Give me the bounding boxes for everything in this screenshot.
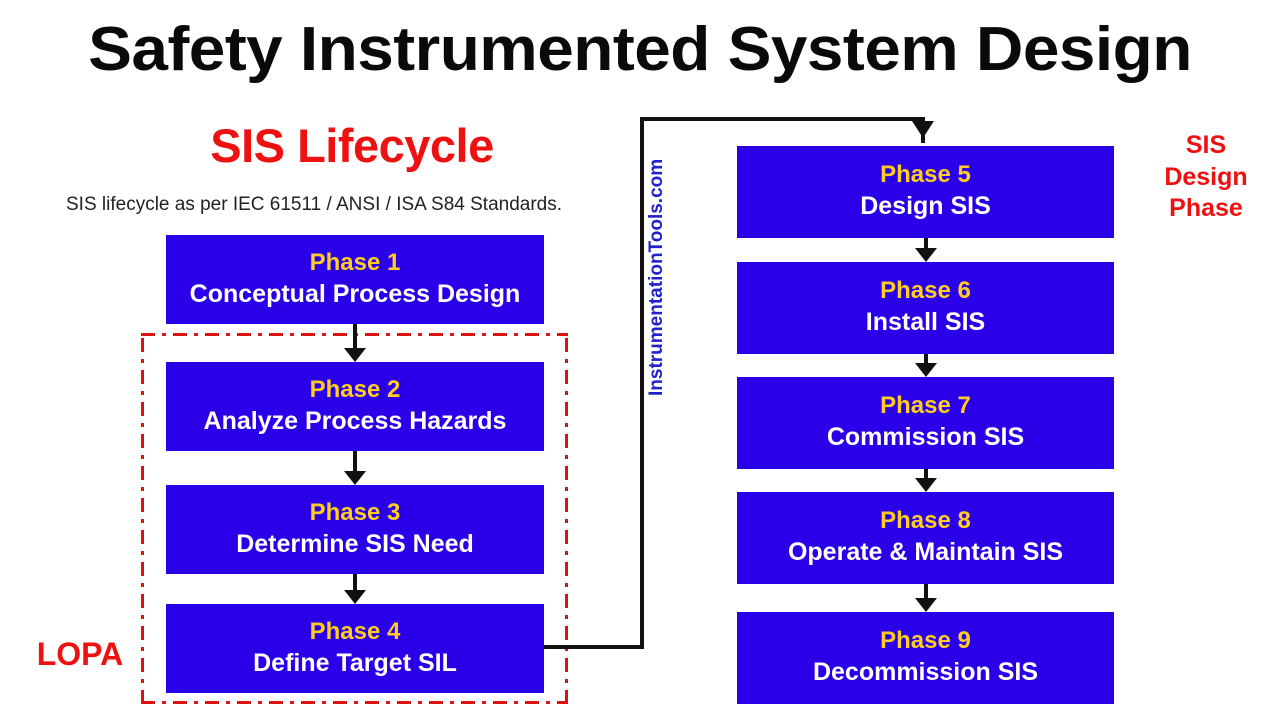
sis-design-phase-label: SIS Design Phase <box>1140 130 1272 225</box>
arrow-icon-phase3-to-phase4 <box>344 574 366 604</box>
arrow-icon-phase1-to-phase2 <box>344 324 366 362</box>
connector-segment-horizontal-bottom <box>544 645 644 649</box>
sis-design-phase-line1: SIS <box>1185 131 1227 159</box>
phase-number-5: Phase 5 <box>880 161 971 189</box>
phase-number-9: Phase 9 <box>880 627 971 655</box>
phase-box-9[interactable]: Phase 9 Decommission SIS <box>737 612 1114 704</box>
arrow-icon-phase4-to-phase5 <box>912 121 934 138</box>
arrow-head <box>344 590 366 604</box>
phase-title-3: Determine SIS Need <box>236 529 474 558</box>
phase-number-4: Phase 4 <box>309 617 401 645</box>
phase-box-5[interactable]: Phase 5 Design SIS <box>737 146 1114 238</box>
phase-title-8: Operate & Maintain SIS <box>787 538 1064 567</box>
phase-number-3: Phase 3 <box>309 498 401 526</box>
sis-design-phase-line2: Design <box>1164 162 1248 191</box>
phase-title-7: Commission SIS <box>826 423 1025 452</box>
phase-number-6: Phase 6 <box>880 277 971 305</box>
lopa-label: LOPA <box>36 636 124 672</box>
sis-lifecycle-subtitle: SIS lifecycle as per IEC 61511 / ANSI / … <box>66 194 563 215</box>
arrow-icon-phase5-to-phase6 <box>915 238 937 262</box>
sis-lifecycle-heading: SIS Lifecycle <box>210 119 494 172</box>
connector-segment-horizontal-top <box>640 117 925 121</box>
page-title: Safety Instrumented System Design <box>88 15 1192 84</box>
phase-number-2: Phase 2 <box>309 375 401 403</box>
phase-box-8[interactable]: Phase 8 Operate & Maintain SIS <box>737 492 1114 584</box>
phase-box-3[interactable]: Phase 3 Determine SIS Need <box>166 485 544 574</box>
phase-number-8: Phase 8 <box>880 507 971 535</box>
arrow-head <box>344 471 366 485</box>
arrow-head <box>915 478 937 492</box>
phase-number-7: Phase 7 <box>880 392 971 420</box>
arrow-icon-phase2-to-phase3 <box>344 451 366 485</box>
arrow-icon-phase7-to-phase8 <box>915 469 937 492</box>
phase-box-6[interactable]: Phase 6 Install SIS <box>737 262 1114 354</box>
connector-segment-vertical <box>640 117 644 649</box>
phase-box-7[interactable]: Phase 7 Commission SIS <box>737 377 1114 469</box>
phase-title-1: Conceptual Process Design <box>189 279 521 308</box>
arrow-icon-phase6-to-phase7 <box>915 354 937 377</box>
phase-title-5: Design SIS <box>860 192 991 221</box>
arrow-head <box>915 598 937 612</box>
arrow-shaft <box>353 451 357 472</box>
phase-box-1[interactable]: Phase 1 Conceptual Process Design <box>166 235 544 324</box>
arrow-shaft <box>353 574 357 591</box>
phase-title-4: Define Target SIL <box>253 648 457 677</box>
arrow-head <box>344 348 366 362</box>
sis-design-phase-line3: Phase <box>1169 194 1243 222</box>
arrow-head <box>915 363 937 377</box>
phase-number-1: Phase 1 <box>309 248 401 276</box>
watermark-text: InstrumentationTools.com <box>646 158 667 396</box>
arrow-icon-phase8-to-phase9 <box>915 584 937 612</box>
arrow-head <box>915 248 937 262</box>
phase-title-6: Install SIS <box>865 308 986 337</box>
phase-box-2[interactable]: Phase 2 Analyze Process Hazards <box>166 362 544 451</box>
phase-box-4[interactable]: Phase 4 Define Target SIL <box>166 604 544 693</box>
arrow-shaft <box>353 324 357 349</box>
arrow-shaft <box>924 584 928 599</box>
phase-title-2: Analyze Process Hazards <box>203 406 507 435</box>
phase-title-9: Decommission SIS <box>812 658 1039 687</box>
